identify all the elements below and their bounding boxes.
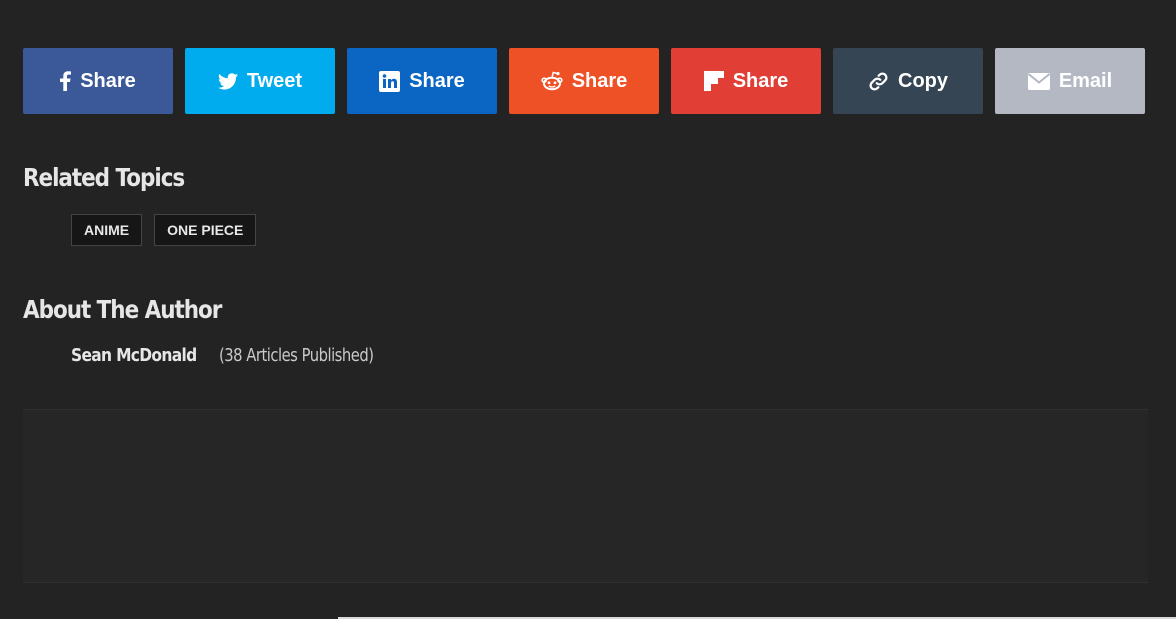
email-share-label: Email [1058, 69, 1113, 92]
copy-link-button[interactable]: Copy [833, 48, 983, 114]
facebook-share-button[interactable]: Share [23, 48, 173, 114]
twitter-icon [217, 72, 238, 90]
facebook-share-label: Share [80, 69, 136, 92]
twitter-tweet-button[interactable]: Tweet [185, 48, 335, 114]
email-share-button[interactable]: Email [995, 48, 1145, 114]
tag-one-piece[interactable]: ONE PIECE [154, 214, 257, 246]
linkedin-share-button[interactable]: Share [347, 48, 497, 114]
flipboard-icon [703, 71, 724, 91]
tag-anime[interactable]: ANIME [71, 214, 143, 246]
facebook-icon [60, 71, 72, 91]
twitter-tweet-label: Tweet [246, 69, 303, 92]
flipboard-share-label: Share [732, 69, 789, 92]
linkedin-share-label: Share [409, 69, 465, 92]
author-name[interactable]: Sean McDonald [71, 345, 197, 366]
envelope-icon [1027, 72, 1050, 90]
topic-tags: ANIME ONE PIECE [71, 214, 257, 246]
reddit-share-label: Share [571, 69, 628, 92]
linkedin-icon [379, 70, 401, 92]
related-topics-heading: Related Topics [23, 163, 185, 192]
flipboard-share-button[interactable]: Share [671, 48, 821, 114]
ad-placeholder [23, 409, 1148, 583]
about-author-heading: About The Author [23, 295, 222, 324]
link-icon [868, 71, 889, 92]
share-buttons-row: Share Tweet Share Share Share Copy Email [23, 48, 1145, 114]
author-line: Sean McDonald (38 Articles Published) [71, 345, 407, 366]
reddit-share-button[interactable]: Share [509, 48, 659, 114]
article-count: (38 Articles Published) [218, 345, 374, 366]
copy-link-label: Copy [898, 69, 948, 92]
reddit-icon [541, 71, 563, 91]
